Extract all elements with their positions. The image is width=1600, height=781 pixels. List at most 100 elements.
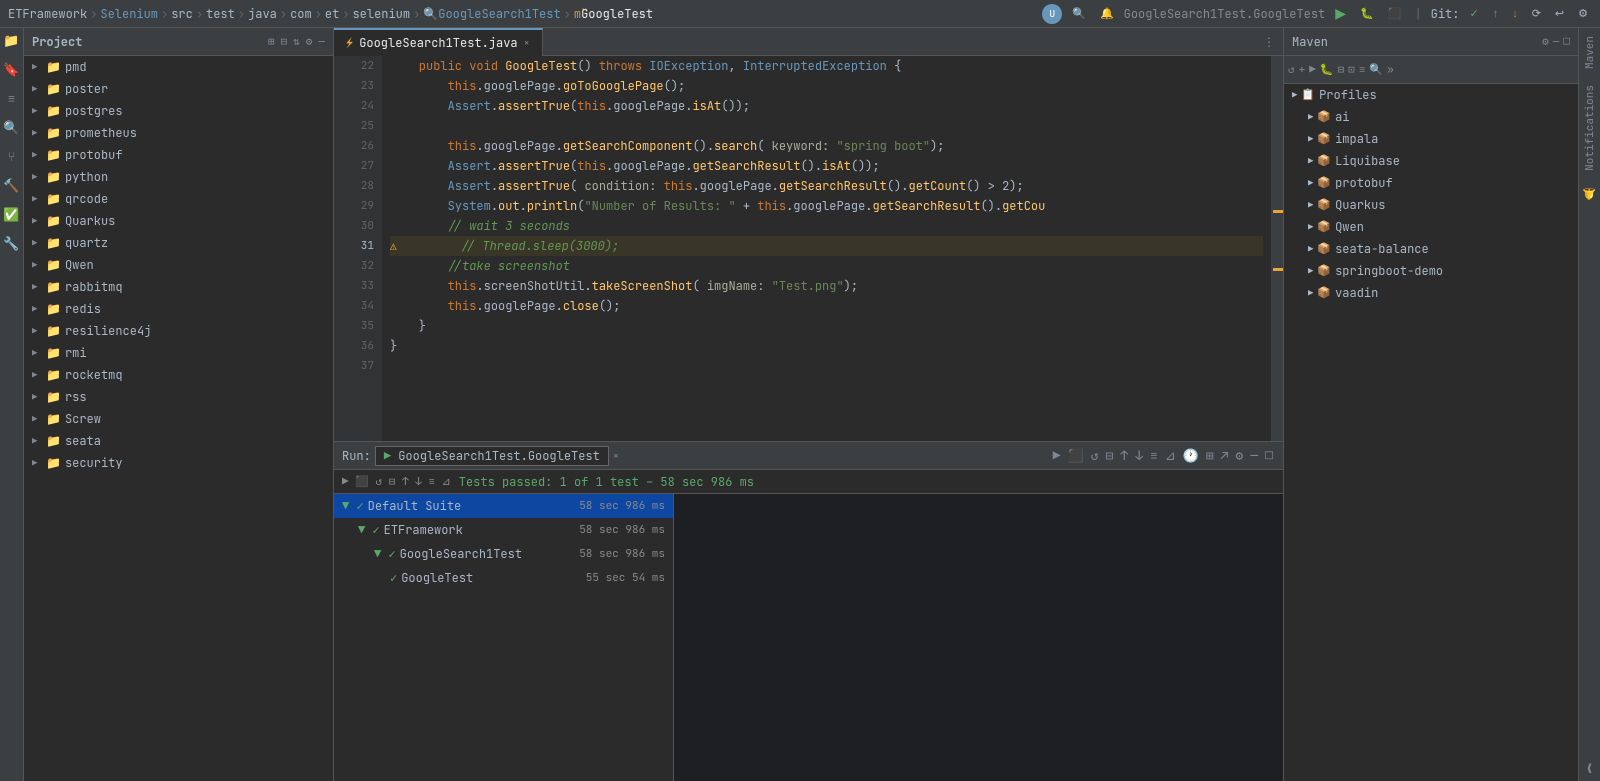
- history-button[interactable]: ⟳: [1528, 5, 1545, 22]
- debug-button[interactable]: 🐛: [1356, 5, 1378, 22]
- tree-item-redis[interactable]: ▶ 📁 redis: [24, 298, 333, 320]
- maven-item-protobuf[interactable]: ▶ 📦 protobuf: [1284, 172, 1578, 194]
- run-filter2[interactable]: ⊿: [1163, 445, 1178, 466]
- find-icon[interactable]: 🔍: [3, 119, 19, 136]
- tree-item-rmi[interactable]: ▶ 📁 rmi: [24, 342, 333, 364]
- run-filter-button[interactable]: ⊟: [1104, 445, 1116, 466]
- tree-item-screw[interactable]: ▶ 📁 Screw: [24, 408, 333, 430]
- maven-filter-icon[interactable]: ⊡: [1348, 63, 1355, 77]
- run-rerun-button[interactable]: ▶: [1051, 445, 1063, 466]
- maven-item-quarkus[interactable]: ▶ 📦 Quarkus: [1284, 194, 1578, 216]
- run-expand[interactable]: ⊞: [1204, 445, 1216, 466]
- maven-item-liquibase[interactable]: ▶ 📦 Liquibase: [1284, 150, 1578, 172]
- build-icon[interactable]: 🔨: [3, 177, 19, 194]
- run-rerun-fail-button[interactable]: ↺: [1089, 445, 1101, 466]
- tree-item-python[interactable]: ▶ 📁 python: [24, 166, 333, 188]
- maven-item-springboot-demo[interactable]: ▶ 📦 springboot-demo: [1284, 260, 1578, 282]
- run-tab-close[interactable]: ×: [613, 449, 619, 462]
- todo-icon[interactable]: ✅: [3, 206, 19, 223]
- minimize-icon[interactable]: —: [318, 35, 325, 49]
- tab-bar-menu[interactable]: ⋮: [1255, 34, 1283, 50]
- gear-icon[interactable]: ⚙: [306, 35, 313, 49]
- bell-button[interactable]: 🔔: [1096, 5, 1118, 22]
- run-stop-button[interactable]: ⬛: [1066, 445, 1086, 466]
- chevron-left-icon[interactable]: ❮: [1586, 760, 1594, 777]
- bookmarks-icon[interactable]: 🔖: [3, 61, 19, 78]
- maven-run-icon[interactable]: ▶: [1309, 63, 1316, 77]
- settings-button[interactable]: ⚙: [1574, 5, 1592, 22]
- breadcrumb-com[interactable]: com: [290, 6, 312, 22]
- maven-item-seata-balance[interactable]: ▶ 📦 seata-balance: [1284, 238, 1578, 260]
- collapse-icon[interactable]: ⊟: [281, 35, 288, 49]
- git-check-button[interactable]: ✓: [1465, 5, 1482, 22]
- tree-item-quarkus[interactable]: ▶ 📁 Quarkus: [24, 210, 333, 232]
- maven-debug-icon[interactable]: 🐛: [1320, 63, 1334, 77]
- breadcrumb-tab[interactable]: GoogleTest: [581, 6, 653, 22]
- run-clock[interactable]: 🕐: [1181, 445, 1201, 466]
- sidebar-notifications-label[interactable]: Notifications: [1581, 77, 1599, 179]
- run-file-tab[interactable]: ▶ GoogleSearch1Test.GoogleTest: [375, 446, 609, 466]
- tree-item-rocketmq[interactable]: ▶ 📁 rocketmq: [24, 364, 333, 386]
- maven-item-ai[interactable]: ▶ 📦 ai: [1284, 106, 1578, 128]
- structure-icon[interactable]: ≡: [8, 90, 16, 107]
- maven-search-icon[interactable]: 🔍: [1369, 63, 1383, 77]
- maven-refresh-icon[interactable]: ↺: [1288, 63, 1295, 77]
- vcs-icon[interactable]: ⑂: [8, 148, 16, 165]
- maven-skip-icon[interactable]: ⊟: [1338, 63, 1345, 77]
- search-button[interactable]: 🔍: [1068, 5, 1090, 22]
- tab-close-button[interactable]: ×: [524, 36, 530, 49]
- maven-minimize-icon[interactable]: —: [1553, 35, 1560, 49]
- tree-item-rabbitmq[interactable]: ▶ 📁 rabbitmq: [24, 276, 333, 298]
- test-item-etframework[interactable]: ▼ ✓ ETFramework 58 sec 986 ms: [334, 518, 673, 542]
- wrench-icon[interactable]: 🔧: [3, 235, 19, 252]
- tree-item-security[interactable]: ▶ 📁 security: [24, 452, 333, 474]
- maven-maximize-icon[interactable]: □: [1563, 35, 1570, 49]
- breadcrumb-etframework[interactable]: ETFramework: [8, 6, 87, 22]
- run-maximize[interactable]: □: [1263, 445, 1275, 466]
- test-item-default-suite[interactable]: ▼ ✓ Default Suite 58 sec 986 ms: [334, 494, 673, 518]
- code-editor[interactable]: 22232425262728293031323334353637 public …: [334, 56, 1283, 441]
- breadcrumb-selenium2[interactable]: selenium: [352, 6, 410, 22]
- run-sort-asc[interactable]: ↑: [1118, 445, 1130, 466]
- maven-item-impala[interactable]: ▶ 📦 impala: [1284, 128, 1578, 150]
- run-button[interactable]: ▶: [1331, 3, 1350, 24]
- sidebar-bottom-icon[interactable]: ❮: [1582, 756, 1598, 781]
- project-icon[interactable]: 📁: [3, 32, 19, 49]
- maven-chevron-right[interactable]: »: [1387, 63, 1394, 77]
- tree-item-qrcode[interactable]: ▶ 📁 qrcode: [24, 188, 333, 210]
- tree-item-rss[interactable]: ▶ 📁 rss: [24, 386, 333, 408]
- sort-icon[interactable]: ⇅: [293, 35, 300, 49]
- breadcrumb-src[interactable]: src: [171, 6, 193, 22]
- breadcrumb-selenium[interactable]: Selenium: [100, 6, 158, 22]
- tree-item-qwen[interactable]: ▶ 📁 Qwen: [24, 254, 333, 276]
- maven-settings-icon[interactable]: ⚙: [1542, 35, 1549, 49]
- run-toggle-tree[interactable]: ≡: [1148, 445, 1160, 466]
- expand-icon[interactable]: ⊞: [268, 35, 275, 49]
- tree-item-protobuf[interactable]: ▶ 📁 protobuf: [24, 144, 333, 166]
- breadcrumb-java[interactable]: java: [248, 6, 277, 22]
- revert-button[interactable]: ↩: [1551, 5, 1568, 22]
- tree-item-prometheus[interactable]: ▶ 📁 prometheus: [24, 122, 333, 144]
- git-push-button[interactable]: ↑: [1489, 6, 1503, 22]
- sidebar-alert-icon[interactable]: 🔔: [1581, 179, 1599, 208]
- maven-add-icon[interactable]: +: [1299, 63, 1306, 77]
- tree-item-quartz[interactable]: ▶ 📁 quartz: [24, 232, 333, 254]
- breadcrumb-et[interactable]: et: [325, 6, 339, 22]
- breadcrumb-active-file[interactable]: GoogleSearch1Test: [438, 6, 560, 22]
- editor-tab-active[interactable]: ⚡ GoogleSearch1Test.java ×: [334, 28, 543, 56]
- tree-item-postgres[interactable]: ▶ 📁 postgres: [24, 100, 333, 122]
- run-minimize[interactable]: —: [1248, 445, 1260, 466]
- maven-item-qwen[interactable]: ▶ 📦 Qwen: [1284, 216, 1578, 238]
- maven-item-vaadin[interactable]: ▶ 📦 vaadin: [1284, 282, 1578, 304]
- run-settings[interactable]: ⚙: [1234, 445, 1246, 466]
- user-avatar[interactable]: U: [1042, 4, 1062, 24]
- test-item-googlesearch1test[interactable]: ▼ ✓ GoogleSearch1Test 58 sec 986 ms: [334, 542, 673, 566]
- run-sort-desc[interactable]: ↓: [1133, 445, 1145, 466]
- sidebar-maven-label[interactable]: Maven: [1581, 28, 1599, 77]
- tree-item-pmd[interactable]: ▶ 📁 pmd: [24, 56, 333, 78]
- maven-profiles-item[interactable]: ▶ 📋 Profiles: [1284, 84, 1578, 106]
- maven-tree-icon[interactable]: ≡: [1359, 63, 1366, 77]
- tree-item-seata[interactable]: ▶ 📁 seata: [24, 430, 333, 452]
- stop-button[interactable]: ⬛: [1384, 5, 1406, 22]
- tree-item-poster[interactable]: ▶ 📁 poster: [24, 78, 333, 100]
